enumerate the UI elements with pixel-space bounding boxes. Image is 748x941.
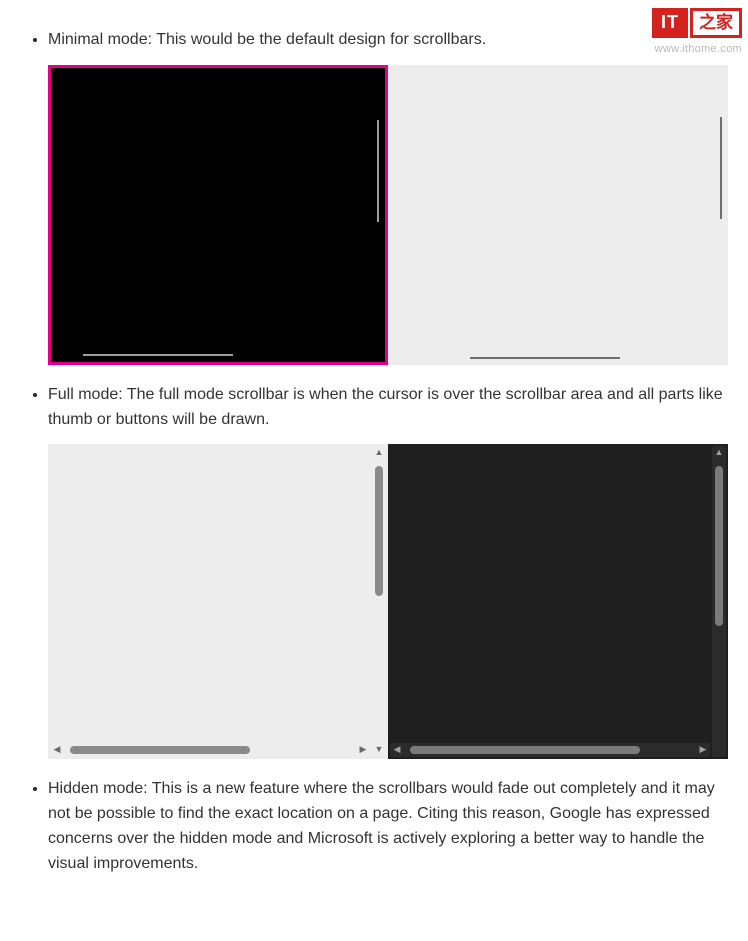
horizontal-thumb[interactable] xyxy=(70,746,250,754)
minimal-mode-text: Minimal mode: This would be the default … xyxy=(48,31,486,48)
scroll-up-icon[interactable]: ▲ xyxy=(712,446,726,460)
scroll-right-icon[interactable]: ▶ xyxy=(356,743,370,757)
vertical-scrollbar[interactable]: ▲ ▼ xyxy=(372,446,386,757)
scroll-right-icon[interactable]: ▶ xyxy=(696,743,710,757)
minimal-light-panel xyxy=(388,65,728,365)
horizontal-scrollbar[interactable] xyxy=(83,354,233,356)
horizontal-scrollbar[interactable]: ◀ ▶ xyxy=(50,743,370,757)
full-dark-panel: ▲ ▼ ◀ ▶ xyxy=(388,444,728,759)
vertical-scrollbar[interactable] xyxy=(720,117,722,219)
scroll-up-icon[interactable]: ▲ xyxy=(372,446,386,460)
list-item: Full mode: The full mode scrollbar is wh… xyxy=(48,383,738,760)
scrollbar-corner xyxy=(372,743,386,757)
article-body: Minimal mode: This would be the default … xyxy=(0,0,748,925)
minimal-mode-figure xyxy=(48,65,738,365)
full-light-panel: ▲ ▼ ◀ ▶ xyxy=(48,444,388,759)
vertical-thumb[interactable] xyxy=(375,466,383,596)
full-mode-text: Full mode: The full mode scrollbar is wh… xyxy=(48,386,723,428)
horizontal-scrollbar[interactable] xyxy=(470,357,620,359)
horizontal-scrollbar[interactable]: ◀ ▶ xyxy=(390,743,710,757)
list-item: Hidden mode: This is a new feature where… xyxy=(48,777,738,876)
hidden-mode-text: Hidden mode: This is a new feature where… xyxy=(48,780,715,871)
scroll-left-icon[interactable]: ◀ xyxy=(50,743,64,757)
vertical-scrollbar[interactable] xyxy=(377,120,379,222)
full-mode-figure: ▲ ▼ ◀ ▶ xyxy=(48,444,738,759)
list-item: Minimal mode: This would be the default … xyxy=(48,28,738,365)
horizontal-thumb[interactable] xyxy=(410,746,640,754)
scroll-left-icon[interactable]: ◀ xyxy=(390,743,404,757)
scrollbar-corner xyxy=(712,743,726,757)
vertical-thumb[interactable] xyxy=(715,466,723,626)
vertical-scrollbar[interactable]: ▲ ▼ xyxy=(712,446,726,757)
minimal-dark-panel xyxy=(48,65,388,365)
mode-list: Minimal mode: This would be the default … xyxy=(48,28,738,877)
